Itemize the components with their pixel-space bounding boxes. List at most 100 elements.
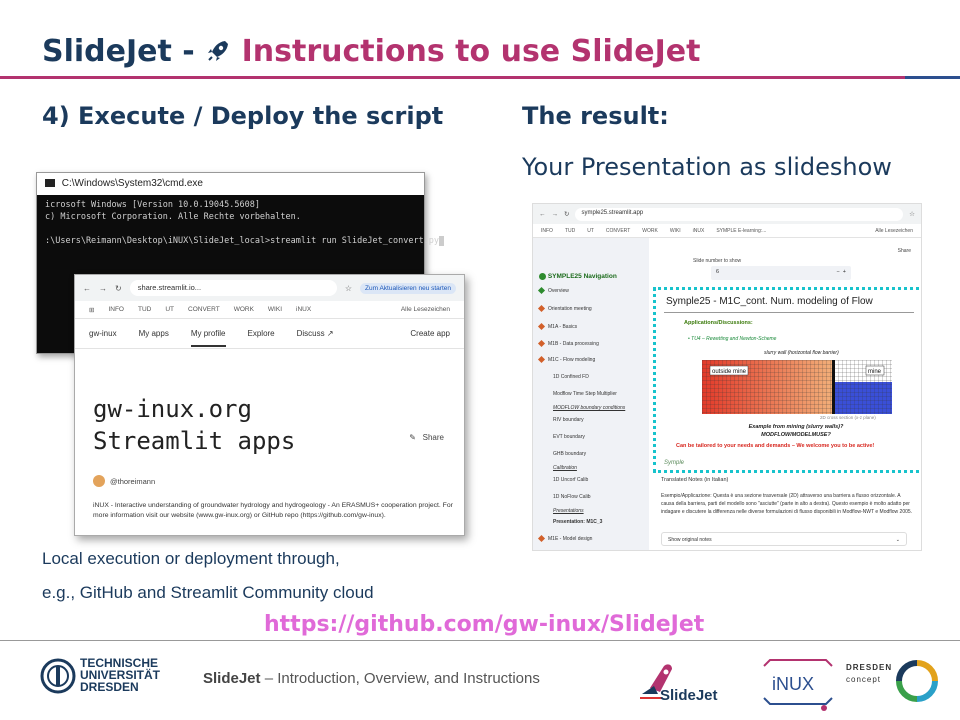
nav-my-apps[interactable]: My apps (139, 329, 169, 338)
slide-question: Example from mining (slurry walls)? MODF… (716, 423, 876, 439)
page-icon (537, 323, 546, 331)
forward-icon[interactable]: → (552, 211, 559, 218)
sidebar-item-label: Overview (548, 288, 569, 294)
footer-title: SlideJet – Introduction, Overview, and I… (203, 670, 540, 687)
share-label[interactable]: Share (423, 433, 444, 442)
workspace-selector[interactable]: gw-inux (89, 329, 117, 338)
bookmark-item[interactable]: TUD (565, 228, 575, 234)
tud-line3: DRESDEN (80, 680, 139, 694)
title-divider (0, 76, 905, 79)
reload-icon[interactable]: ↻ (564, 210, 569, 218)
slide-caption: slurry wall (horizontal flow barrier) (764, 350, 839, 356)
footer-title-rest: – Introduction, Overview, and Instructio… (260, 670, 540, 687)
sidebar-subitem[interactable]: Modflow Time Step Multiplier (553, 391, 617, 397)
cmd-title: C:\Windows\System32\cmd.exe (61, 178, 203, 189)
bookmark-item[interactable]: TUD (138, 306, 151, 313)
slide-heading: Symple25 - M1C_cont. Num. modeling of Fl… (666, 296, 873, 307)
apps-grid-icon[interactable]: ⊞ (89, 306, 94, 314)
slide-divider (664, 312, 914, 313)
show-notes-label: Show original notes (668, 537, 712, 543)
sidebar-subitem[interactable]: RIV boundary (553, 417, 584, 423)
slide-frame: Symple25 - M1C_cont. Num. modeling of Fl… (653, 287, 921, 473)
star-icon[interactable]: ☆ (345, 284, 352, 293)
back-icon[interactable]: ← (539, 211, 546, 218)
sidebar-subitem[interactable]: 1D Confined FD (553, 374, 589, 380)
label-mine: mine (868, 369, 882, 375)
sidebar-section: Presentations (553, 508, 584, 514)
all-bookmarks[interactable]: Alle Lesezeichen (401, 306, 450, 313)
sidebar-item[interactable]: M1A - Basics (537, 323, 578, 331)
sidebar-item[interactable]: M1C - Flow modeling (537, 356, 595, 364)
sidebar-subitem-active[interactable]: Presentation: M1C_3 (553, 519, 602, 525)
username[interactable]: @thoreimann (110, 477, 155, 486)
page-icon (537, 305, 546, 313)
body-line-1: Local execution or deployment through, (42, 549, 340, 568)
slide-apps: Applications/Discussions: (684, 320, 753, 326)
share-button[interactable]: ✎ Share (409, 433, 444, 442)
nav-discuss[interactable]: Discuss ↗ (297, 329, 334, 338)
bookmark-item[interactable]: WORK (642, 228, 658, 234)
slide-number-input[interactable]: 6 − + (711, 266, 851, 280)
sidebar-subitem[interactable]: GHB boundary (553, 451, 586, 457)
bookmarks-bar: ⊞ INFO TUD UT CONVERT WORK WIKI iNUX All… (75, 301, 464, 319)
right-heading: The result: (522, 102, 669, 130)
bookmark-item[interactable]: INFO (541, 228, 553, 234)
bookmark-item[interactable]: UT (165, 306, 174, 313)
body-line-2: e.g., GitHub and Streamlit Community clo… (42, 583, 374, 602)
share-button[interactable]: Share (898, 248, 911, 254)
sidebar-subitem[interactable]: EVT boundary (553, 434, 585, 440)
bookmark-item[interactable]: CONVERT (188, 306, 220, 313)
label-outside-mine: outside mine (712, 369, 747, 375)
nav-my-profile[interactable]: My profile (190, 329, 226, 347)
bookmark-item[interactable]: iNUX (296, 306, 311, 313)
bookmark-item[interactable]: iNUX (693, 228, 705, 234)
stepper-icon[interactable]: − + (837, 269, 846, 275)
sidebar-subitem[interactable]: 1D Uncorf Calib (553, 477, 588, 483)
bookmark-item[interactable]: CONVERT (606, 228, 630, 234)
avatar (93, 475, 105, 487)
sidebar-item-label: M1B - Data processing (548, 341, 599, 347)
slide-title: SlideJet - Instructions to use SlideJet (42, 34, 700, 69)
show-notes-expander[interactable]: Show original notes ⌄ (661, 532, 907, 546)
tud-logo-icon (40, 658, 76, 694)
address-bar[interactable]: share.streamlit.io... (129, 280, 337, 296)
tud-wordmark: TECHNISCHE UNIVERSITÄT DRESDEN (80, 657, 160, 693)
sidebar-item[interactable]: Overview (537, 287, 569, 295)
sidebar-item[interactable]: M1B - Data processing (537, 340, 599, 348)
sidebar-item-label: Orientation meeting (548, 306, 592, 312)
star-icon[interactable]: ☆ (909, 210, 915, 218)
cmd-line: :\Users\Reimann\Desktop\iNUX\SlideJet_lo… (37, 235, 445, 247)
sidebar-item-label: M1A - Basics (548, 324, 578, 330)
update-badge[interactable]: Zum Aktualisieren neu starten (360, 282, 456, 294)
slide-call-to-action: Can be tailored to your needs and demand… (676, 443, 875, 449)
streamlit-browser-window: ← → ↻ share.streamlit.io... ☆ Zum Aktual… (74, 274, 465, 536)
chevron-down-icon: ⌄ (895, 537, 900, 543)
sidebar-item[interactable]: M1E - Model design (537, 535, 592, 543)
headline-line2: Streamlit apps (93, 427, 296, 455)
notes-heading: Translated Notes (in Italian) (661, 477, 729, 483)
bookmark-item[interactable]: SYMPLE E-learning:... (716, 228, 766, 234)
sidebar-title: SYMPLE25 Navigation (539, 273, 617, 280)
bookmark-item[interactable]: INFO (108, 306, 124, 313)
sidebar-subitem[interactable]: 1D NoFlow Calib (553, 494, 591, 500)
page-icon (537, 356, 546, 364)
bookmark-item[interactable]: WIKI (670, 228, 681, 234)
nav-explore[interactable]: Explore (248, 329, 275, 338)
sidebar-item[interactable]: Orientation meeting (537, 305, 592, 313)
back-icon[interactable]: ← (83, 284, 91, 293)
pencil-icon[interactable]: ✎ (409, 433, 416, 442)
all-bookmarks[interactable]: Alle Lesezeichen (875, 228, 913, 234)
slidejet-logo: SlideJet (640, 664, 718, 704)
reload-icon[interactable]: ↻ (115, 284, 122, 293)
cross-section-image: outside mine mine (702, 360, 892, 414)
github-link[interactable]: https://github.com/gw-inux/SlideJet (264, 612, 704, 637)
bookmark-item[interactable]: UT (587, 228, 594, 234)
streamlit-nav: gw-inux My apps My profile Explore Discu… (75, 319, 464, 349)
address-bar[interactable]: symple25.streamlit.app (575, 207, 904, 221)
bookmark-item[interactable]: WORK (234, 306, 254, 313)
bookmark-item[interactable]: WIKI (268, 306, 282, 313)
dresden-line1: DRESDEN (846, 663, 893, 672)
forward-icon[interactable]: → (99, 284, 107, 293)
right-subheading: Your Presentation as slideshow (522, 153, 892, 181)
create-app-button[interactable]: Create app (410, 329, 450, 338)
